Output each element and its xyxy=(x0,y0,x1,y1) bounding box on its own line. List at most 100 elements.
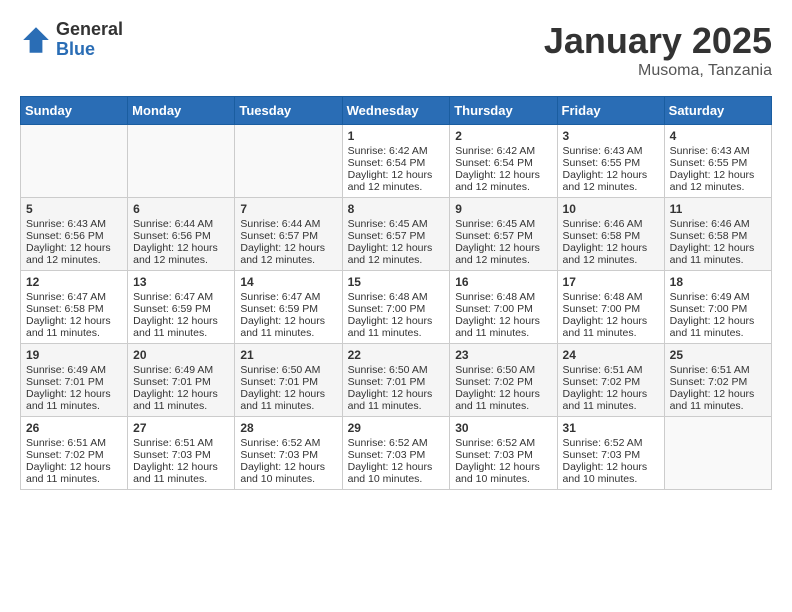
calendar-cell: 31Sunrise: 6:52 AMSunset: 7:03 PMDayligh… xyxy=(557,417,664,490)
day-info-line: Sunrise: 6:51 AM xyxy=(26,437,122,449)
calendar-cell: 29Sunrise: 6:52 AMSunset: 7:03 PMDayligh… xyxy=(342,417,450,490)
day-info-line: Sunset: 6:58 PM xyxy=(670,230,766,242)
day-number: 31 xyxy=(563,421,659,435)
day-info-line: and 11 minutes. xyxy=(26,400,122,412)
day-info-line: Sunrise: 6:43 AM xyxy=(670,145,766,157)
day-info-line: Sunrise: 6:50 AM xyxy=(240,364,336,376)
calendar-cell: 16Sunrise: 6:48 AMSunset: 7:00 PMDayligh… xyxy=(450,271,557,344)
day-info-line: Daylight: 12 hours xyxy=(670,315,766,327)
day-number: 13 xyxy=(133,275,229,289)
calendar-cell: 23Sunrise: 6:50 AMSunset: 7:02 PMDayligh… xyxy=(450,344,557,417)
day-number: 9 xyxy=(455,202,551,216)
day-info-line: Sunset: 7:00 PM xyxy=(455,303,551,315)
calendar-cell: 15Sunrise: 6:48 AMSunset: 7:00 PMDayligh… xyxy=(342,271,450,344)
day-info-line: Sunrise: 6:47 AM xyxy=(26,291,122,303)
title-block: January 2025 Musoma, Tanzania xyxy=(544,20,772,80)
calendar-cell: 22Sunrise: 6:50 AMSunset: 7:01 PMDayligh… xyxy=(342,344,450,417)
day-info-line: Daylight: 12 hours xyxy=(455,388,551,400)
day-info-line: Sunset: 7:02 PM xyxy=(455,376,551,388)
day-number: 20 xyxy=(133,348,229,362)
weekday-header-sunday: Sunday xyxy=(21,97,128,125)
day-info-line: Daylight: 12 hours xyxy=(133,315,229,327)
calendar-cell: 26Sunrise: 6:51 AMSunset: 7:02 PMDayligh… xyxy=(21,417,128,490)
page-header: General Blue January 2025 Musoma, Tanzan… xyxy=(20,20,772,80)
day-number: 19 xyxy=(26,348,122,362)
day-number: 8 xyxy=(348,202,445,216)
day-number: 12 xyxy=(26,275,122,289)
day-info-line: Sunrise: 6:52 AM xyxy=(240,437,336,449)
day-info-line: Sunset: 7:03 PM xyxy=(563,449,659,461)
day-info-line: Sunset: 6:54 PM xyxy=(455,157,551,169)
day-info-line: Sunset: 6:58 PM xyxy=(563,230,659,242)
day-info-line: and 12 minutes. xyxy=(348,254,445,266)
day-number: 7 xyxy=(240,202,336,216)
day-info-line: Sunrise: 6:50 AM xyxy=(348,364,445,376)
day-info-line: Sunset: 6:56 PM xyxy=(133,230,229,242)
calendar-week-row: 12Sunrise: 6:47 AMSunset: 6:58 PMDayligh… xyxy=(21,271,772,344)
day-info-line: Sunrise: 6:48 AM xyxy=(455,291,551,303)
day-info-line: Sunset: 6:57 PM xyxy=(455,230,551,242)
calendar-cell: 3Sunrise: 6:43 AMSunset: 6:55 PMDaylight… xyxy=(557,125,664,198)
day-info-line: Daylight: 12 hours xyxy=(455,169,551,181)
day-info-line: Sunset: 7:03 PM xyxy=(455,449,551,461)
day-info-line: Daylight: 12 hours xyxy=(670,242,766,254)
calendar-week-row: 5Sunrise: 6:43 AMSunset: 6:56 PMDaylight… xyxy=(21,198,772,271)
day-info-line: Sunrise: 6:43 AM xyxy=(563,145,659,157)
calendar-cell xyxy=(664,417,771,490)
day-info-line: Sunrise: 6:44 AM xyxy=(240,218,336,230)
day-number: 26 xyxy=(26,421,122,435)
day-number: 1 xyxy=(348,129,445,143)
day-number: 25 xyxy=(670,348,766,362)
calendar-cell: 4Sunrise: 6:43 AMSunset: 6:55 PMDaylight… xyxy=(664,125,771,198)
day-info-line: Sunrise: 6:51 AM xyxy=(133,437,229,449)
day-info-line: Daylight: 12 hours xyxy=(455,461,551,473)
day-info-line: Sunrise: 6:42 AM xyxy=(348,145,445,157)
day-number: 29 xyxy=(348,421,445,435)
day-info-line: and 10 minutes. xyxy=(455,473,551,485)
day-info-line: Sunrise: 6:45 AM xyxy=(455,218,551,230)
day-info-line: Sunset: 6:55 PM xyxy=(563,157,659,169)
calendar-cell: 9Sunrise: 6:45 AMSunset: 6:57 PMDaylight… xyxy=(450,198,557,271)
day-info-line: Sunset: 7:01 PM xyxy=(133,376,229,388)
day-info-line: Daylight: 12 hours xyxy=(26,315,122,327)
logo-text: General Blue xyxy=(56,20,123,60)
calendar-cell: 11Sunrise: 6:46 AMSunset: 6:58 PMDayligh… xyxy=(664,198,771,271)
day-info-line: Daylight: 12 hours xyxy=(563,388,659,400)
calendar-week-row: 1Sunrise: 6:42 AMSunset: 6:54 PMDaylight… xyxy=(21,125,772,198)
day-info-line: Sunrise: 6:49 AM xyxy=(26,364,122,376)
day-info-line: Sunset: 6:55 PM xyxy=(670,157,766,169)
day-number: 14 xyxy=(240,275,336,289)
day-info-line: Daylight: 12 hours xyxy=(348,388,445,400)
day-info-line: Sunrise: 6:47 AM xyxy=(133,291,229,303)
day-info-line: Sunrise: 6:48 AM xyxy=(563,291,659,303)
day-info-line: and 12 minutes. xyxy=(670,181,766,193)
day-info-line: Sunrise: 6:44 AM xyxy=(133,218,229,230)
calendar-cell: 5Sunrise: 6:43 AMSunset: 6:56 PMDaylight… xyxy=(21,198,128,271)
day-info-line: and 12 minutes. xyxy=(26,254,122,266)
day-info-line: and 11 minutes. xyxy=(455,400,551,412)
day-info-line: and 12 minutes. xyxy=(133,254,229,266)
day-info-line: Daylight: 12 hours xyxy=(348,169,445,181)
day-info-line: and 12 minutes. xyxy=(240,254,336,266)
calendar-cell: 18Sunrise: 6:49 AMSunset: 7:00 PMDayligh… xyxy=(664,271,771,344)
day-info-line: Daylight: 12 hours xyxy=(26,388,122,400)
day-info-line: and 11 minutes. xyxy=(670,254,766,266)
day-info-line: and 11 minutes. xyxy=(26,473,122,485)
calendar-cell: 25Sunrise: 6:51 AMSunset: 7:02 PMDayligh… xyxy=(664,344,771,417)
day-info-line: Daylight: 12 hours xyxy=(670,388,766,400)
calendar-cell: 20Sunrise: 6:49 AMSunset: 7:01 PMDayligh… xyxy=(128,344,235,417)
day-info-line: Sunrise: 6:49 AM xyxy=(133,364,229,376)
day-info-line: Sunset: 6:56 PM xyxy=(26,230,122,242)
day-info-line: Sunset: 6:57 PM xyxy=(240,230,336,242)
day-info-line: Sunset: 7:03 PM xyxy=(133,449,229,461)
calendar-cell: 21Sunrise: 6:50 AMSunset: 7:01 PMDayligh… xyxy=(235,344,342,417)
day-number: 30 xyxy=(455,421,551,435)
day-number: 27 xyxy=(133,421,229,435)
calendar-week-row: 19Sunrise: 6:49 AMSunset: 7:01 PMDayligh… xyxy=(21,344,772,417)
calendar-cell: 30Sunrise: 6:52 AMSunset: 7:03 PMDayligh… xyxy=(450,417,557,490)
calendar-cell: 14Sunrise: 6:47 AMSunset: 6:59 PMDayligh… xyxy=(235,271,342,344)
day-info-line: and 11 minutes. xyxy=(240,400,336,412)
day-number: 4 xyxy=(670,129,766,143)
day-info-line: Sunset: 7:00 PM xyxy=(348,303,445,315)
logo: General Blue xyxy=(20,20,123,60)
